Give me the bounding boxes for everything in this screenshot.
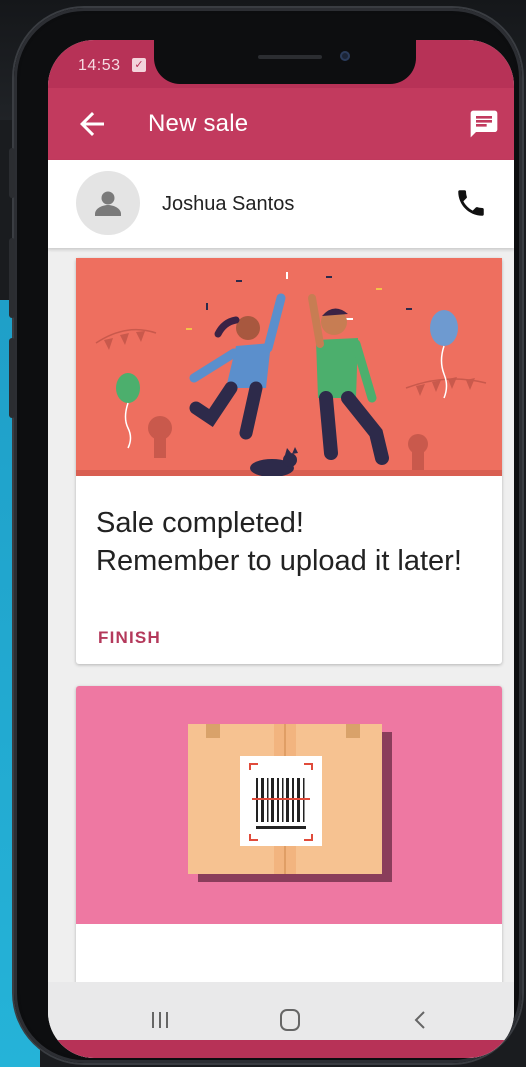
checkbox-notification-icon: ✓ [132,58,146,72]
recents-button[interactable] [140,1002,180,1038]
home-button[interactable] [270,1002,310,1038]
home-icon [280,1009,300,1031]
recents-icon [152,1012,168,1028]
phone-icon [458,190,484,216]
sale-message: Sale completed! Remember to upload it la… [96,504,462,580]
barcode-box-illustration [76,686,502,924]
arrow-back-icon [80,112,104,136]
contact-name: Joshua Santos [162,193,295,215]
sale-message-line2: Remember to upload it later! [96,545,462,577]
power-button [9,338,15,418]
screen: 14:53 ✓ New sale Joshua Santos Sale comp… [48,40,514,1058]
phone-frame: 14:53 ✓ New sale Joshua Santos Sale comp… [9,8,522,1063]
celebration-illustration [76,258,502,476]
page-title: New sale [148,110,249,137]
sale-completed-card: Sale completed! Remember to upload it la… [76,258,502,664]
barcode-card [76,686,502,1006]
volume-button [9,238,15,318]
person-icon [95,191,121,216]
app-bar: New sale [48,88,514,160]
speaker-grille [258,55,322,59]
status-time: 14:53 [78,57,121,74]
sale-message-line1: Sale completed! [96,507,304,539]
finish-button[interactable]: FINISH [98,628,161,648]
camera-notch [154,40,416,84]
call-button[interactable] [454,186,488,220]
chat-button[interactable] [468,108,500,140]
avatar [76,171,140,235]
back-button[interactable] [74,106,110,142]
volume-button [9,148,15,198]
contact-header[interactable]: Joshua Santos [48,160,514,248]
nav-back-button[interactable] [400,1002,440,1038]
screen-bottom-edge [48,1040,514,1058]
chat-icon [470,110,498,138]
back-chevron-icon [414,1011,425,1029]
front-camera [340,51,350,61]
